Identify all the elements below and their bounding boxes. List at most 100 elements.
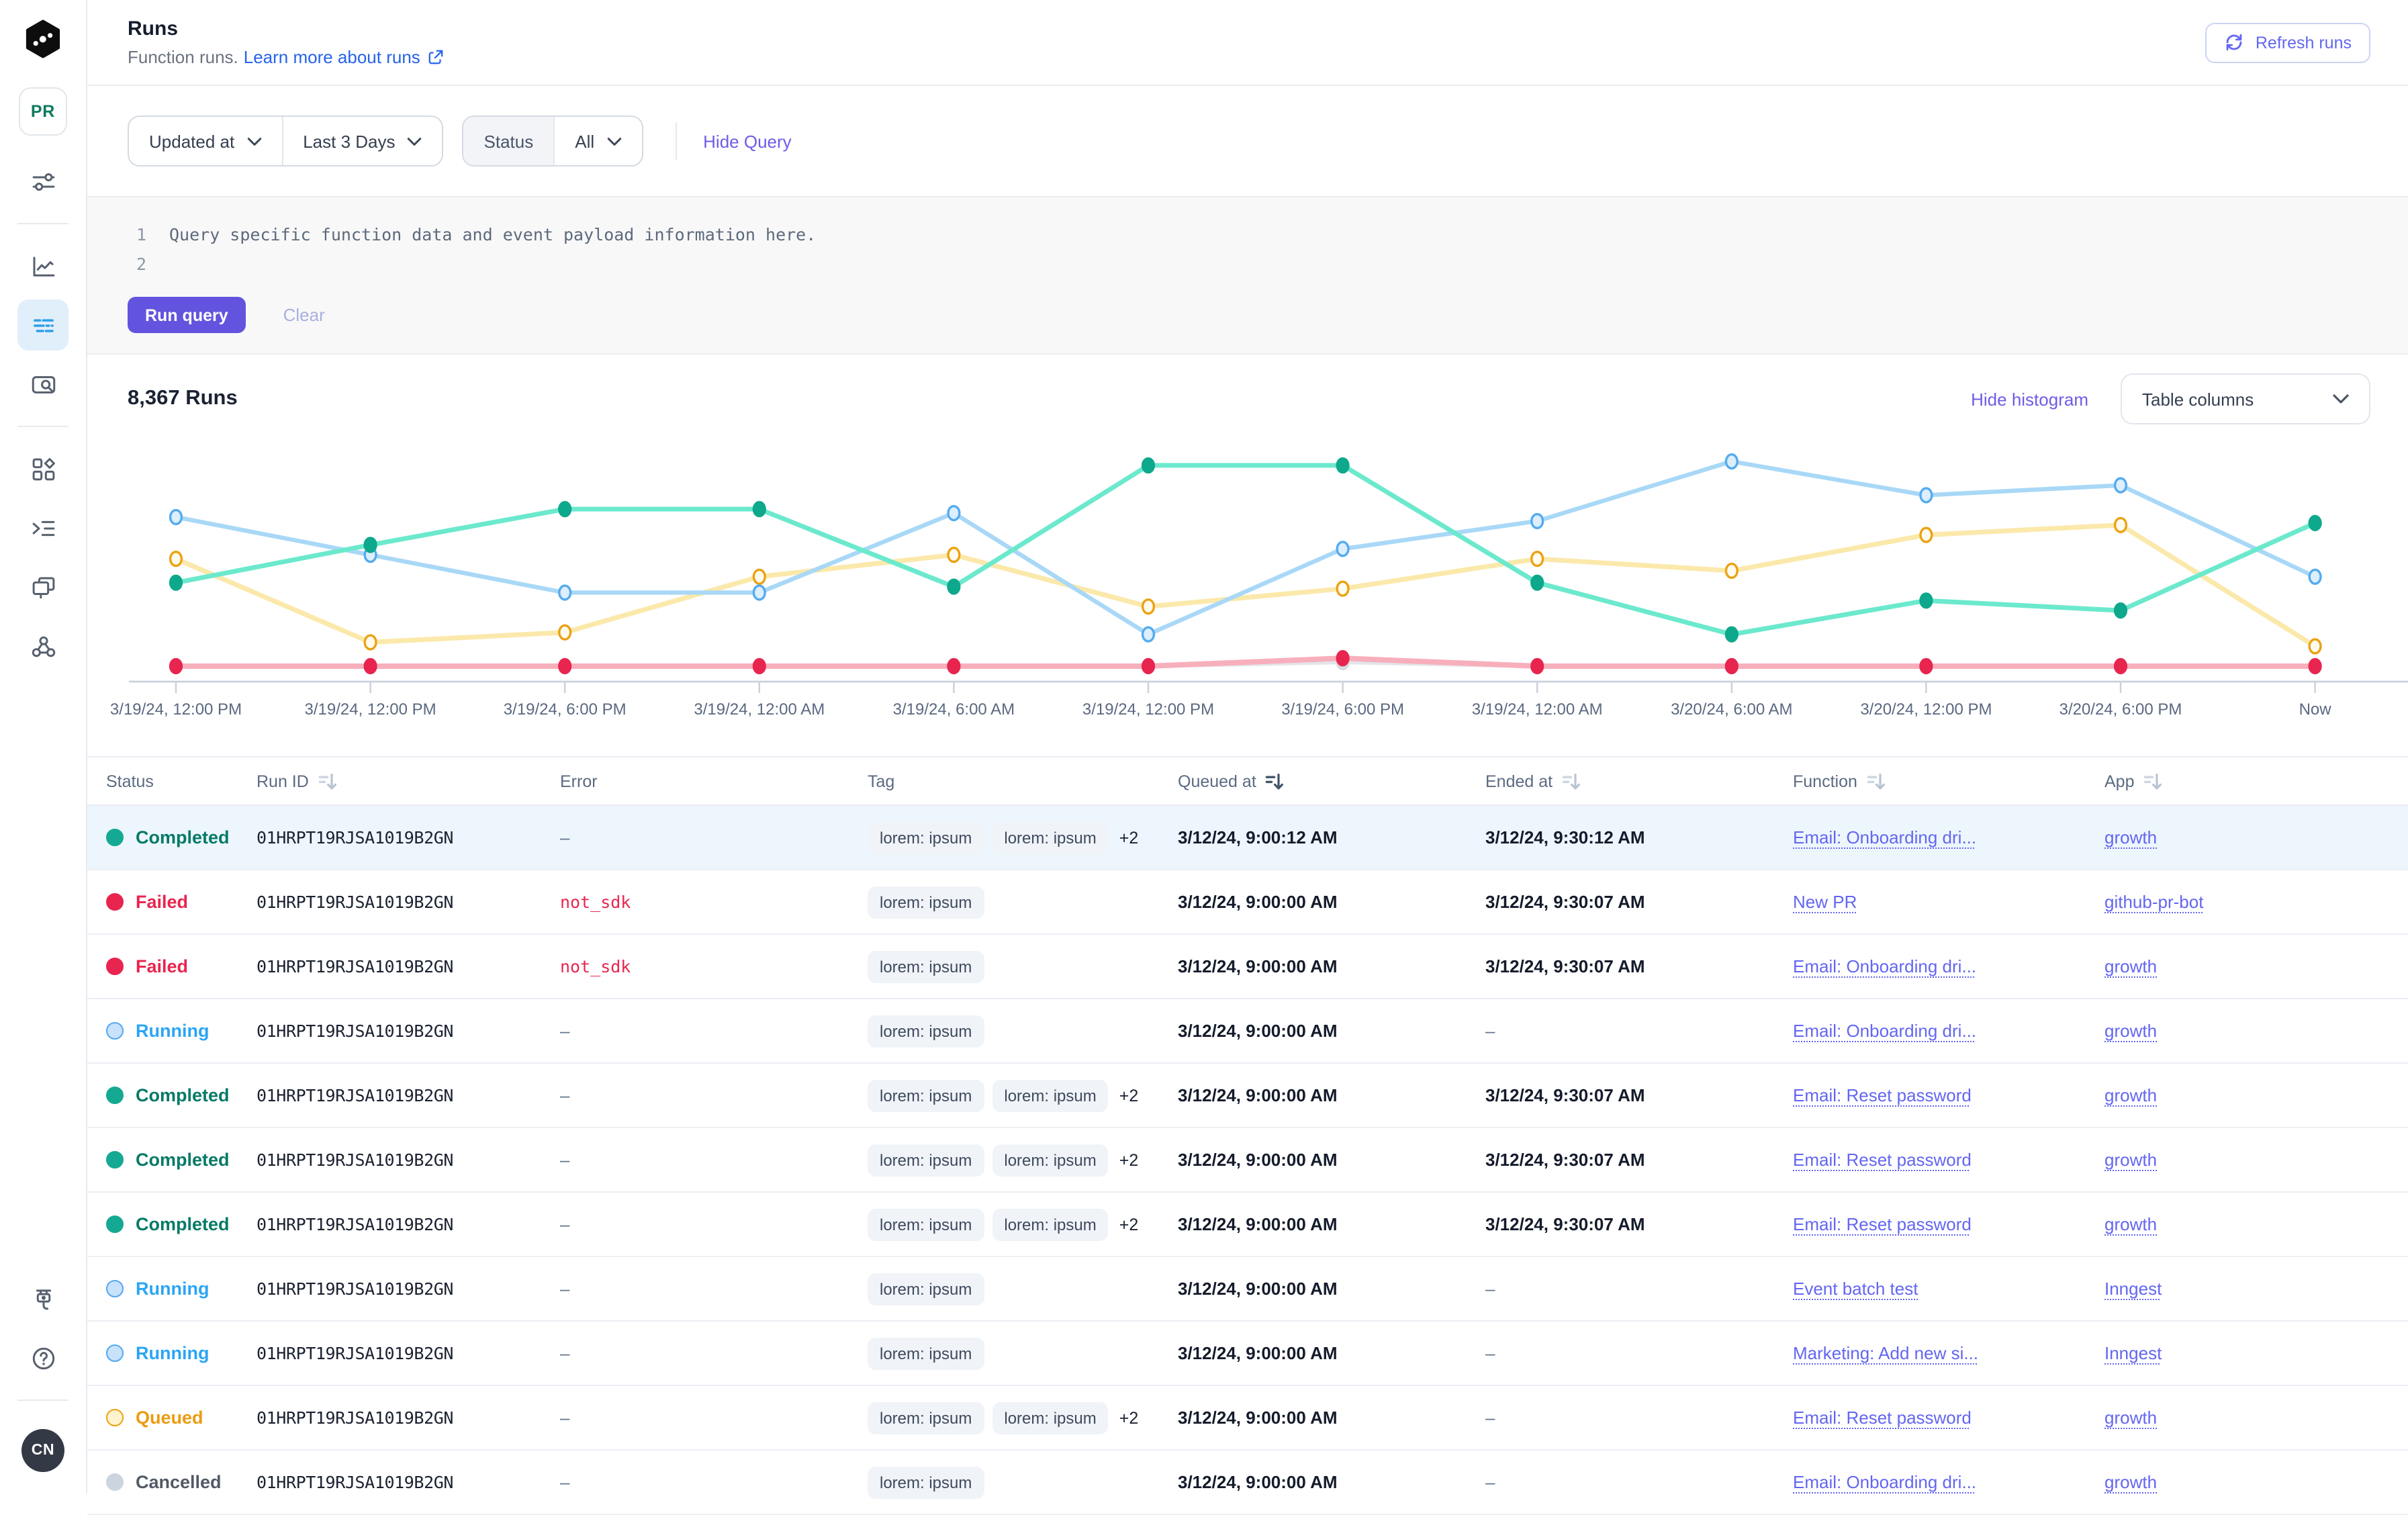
app-link[interactable]: growth (2104, 1472, 2157, 1492)
table-row[interactable]: Running01HRPT19RJSA1019B2GN–lorem: ipsum… (87, 1322, 2408, 1386)
tag-more-count: +2 (1119, 1408, 1139, 1427)
hide-histogram-link[interactable]: Hide histogram (1971, 389, 2088, 409)
table-row[interactable]: Completed01HRPT19RJSA1019B2GN–lorem: ips… (87, 806, 2408, 870)
line-chart-icon (29, 252, 57, 280)
time-range-dropdown[interactable]: Last 3 Days (281, 117, 442, 165)
function-link[interactable]: Event batch test (1793, 1279, 1918, 1299)
sidebar-item-trace-search[interactable] (17, 359, 68, 410)
chart-point-queued (1726, 564, 1737, 578)
column-header-queued-at[interactable]: Queued at (1178, 772, 1485, 790)
table-row[interactable]: Failed01HRPT19RJSA1019B2GNnot_sdklorem: … (87, 935, 2408, 999)
tag-chip: lorem: ipsum (868, 1208, 984, 1240)
status-badge: Cancelled (106, 1472, 222, 1492)
sort-icon (318, 772, 337, 790)
status-filter-dropdown[interactable]: All (553, 117, 641, 165)
table-row[interactable]: Running01HRPT19RJSA1019B2GN–lorem: ipsum… (87, 999, 2408, 1064)
sidebar-item-filters[interactable] (17, 156, 68, 207)
function-link[interactable]: Email: Onboarding dri... (1793, 956, 1976, 976)
filter-divider (675, 122, 676, 160)
chart-point-failed (753, 659, 765, 674)
status-dot (106, 1022, 124, 1040)
chart-point-queued (753, 569, 765, 584)
sidebar-item-runs[interactable] (17, 300, 68, 351)
query-line-2: 2 (128, 250, 2408, 279)
svg-text:3/19/24, 12:00 AM: 3/19/24, 12:00 AM (1472, 700, 1603, 719)
chart-point-completed (365, 538, 376, 552)
column-header-run-id[interactable]: Run ID (257, 772, 560, 790)
app-link[interactable]: growth (2104, 1150, 2157, 1170)
table-row[interactable]: Cancelled01HRPT19RJSA1019B2GN–lorem: ips… (87, 1451, 2408, 1515)
status-dot (106, 1344, 124, 1362)
inngest-logo-icon[interactable] (21, 17, 64, 60)
ended-at-empty: – (1485, 1021, 1495, 1041)
sidebar-item-help[interactable] (17, 1332, 68, 1383)
function-link[interactable]: Email: Onboarding dri... (1793, 827, 1976, 847)
table-row[interactable]: Failed01HRPT19RJSA1019B2GNnot_sdklorem: … (87, 870, 2408, 935)
sidebar-item-connect[interactable] (17, 1273, 68, 1324)
column-header-app[interactable]: App (2104, 772, 2408, 790)
run-id: 01HRPT19RJSA1019B2GN (257, 1150, 453, 1170)
function-link[interactable]: Marketing: Add new si... (1793, 1343, 1978, 1363)
page-title: Runs (128, 17, 445, 40)
chart-point-completed (559, 502, 571, 516)
run-id: 01HRPT19RJSA1019B2GN (257, 1021, 453, 1041)
table-row[interactable]: Running01HRPT19RJSA1019B2GN–lorem: ipsum… (87, 1257, 2408, 1322)
chart-point-completed (1532, 576, 1543, 590)
app-link[interactable]: growth (2104, 1408, 2157, 1428)
sidebar-item-metrics[interactable] (17, 240, 68, 291)
line-number: 1 (128, 220, 146, 250)
table-columns-dropdown[interactable]: Table columns (2121, 373, 2370, 424)
sort-field-dropdown[interactable]: Updated at (129, 117, 281, 165)
column-header-error: Error (560, 772, 868, 790)
query-actions: Run query Clear (128, 297, 2408, 333)
function-link[interactable]: Email: Reset password (1793, 1214, 1972, 1234)
function-link[interactable]: Email: Onboarding dri... (1793, 1472, 1976, 1492)
app-link[interactable]: growth (2104, 1085, 2157, 1105)
clear-query-button[interactable]: Clear (283, 305, 325, 325)
table-row[interactable]: Queued01HRPT19RJSA1019B2GN–lorem: ipsuml… (87, 1386, 2408, 1451)
app-link[interactable]: github-pr-bot (2104, 892, 2203, 912)
chevron-down-icon (246, 136, 261, 146)
query-editor[interactable]: 1 Query specific function data and event… (87, 196, 2408, 355)
function-link[interactable]: Email: Reset password (1793, 1150, 1972, 1170)
tag-list: lorem: ipsum (868, 1015, 984, 1047)
chart-point-queued (948, 548, 960, 562)
app-link[interactable]: growth (2104, 827, 2157, 847)
table-row[interactable]: Completed01HRPT19RJSA1019B2GN–lorem: ips… (87, 1128, 2408, 1193)
app-link[interactable]: growth (2104, 1214, 2157, 1234)
chart-point-completed (1143, 459, 1154, 473)
refresh-runs-button[interactable]: Refresh runs (2206, 22, 2370, 62)
status-badge: Failed (106, 892, 188, 912)
app-root: PR (0, 0, 2408, 1494)
table-row[interactable]: Completed01HRPT19RJSA1019B2GN–lorem: ips… (87, 1064, 2408, 1128)
sidebar-divider (17, 1399, 68, 1401)
user-avatar[interactable]: CN (21, 1429, 64, 1472)
app-link[interactable]: Inngest (2104, 1279, 2162, 1299)
app-link[interactable]: growth (2104, 1021, 2157, 1041)
status-dot (106, 1087, 124, 1104)
hide-query-link[interactable]: Hide Query (703, 131, 792, 151)
chart-point-running (1337, 542, 1348, 556)
function-link[interactable]: Email: Onboarding dri... (1793, 1021, 1976, 1041)
workspace-badge[interactable]: PR (19, 87, 67, 136)
app-link[interactable]: growth (2104, 956, 2157, 976)
function-link[interactable]: Email: Reset password (1793, 1085, 1972, 1105)
column-header-function[interactable]: Function (1793, 772, 2104, 790)
chart-point-failed (1920, 659, 1932, 674)
table-row[interactable]: Completed01HRPT19RJSA1019B2GN–lorem: ips… (87, 1193, 2408, 1257)
column-header-ended-at[interactable]: Ended at (1485, 772, 1793, 790)
sort-icon (1867, 772, 1886, 790)
run-query-button[interactable]: Run query (128, 297, 246, 333)
function-link[interactable]: Email: Reset password (1793, 1408, 1972, 1428)
tag-chip: lorem: ipsum (868, 1337, 984, 1369)
tag-list: lorem: ipsum (868, 1337, 984, 1369)
app-link[interactable]: Inngest (2104, 1343, 2162, 1363)
search-panel-icon (29, 370, 57, 398)
tag-chip: lorem: ipsum (992, 1208, 1108, 1240)
ended-at-empty: – (1485, 1472, 1495, 1492)
chart-point-failed (559, 659, 571, 674)
function-link[interactable]: New PR (1793, 892, 1857, 912)
query-line-1: 1 Query specific function data and event… (128, 220, 2408, 250)
status-badge: Running (106, 1279, 209, 1299)
learn-more-link[interactable]: Learn more about runs (244, 47, 445, 67)
